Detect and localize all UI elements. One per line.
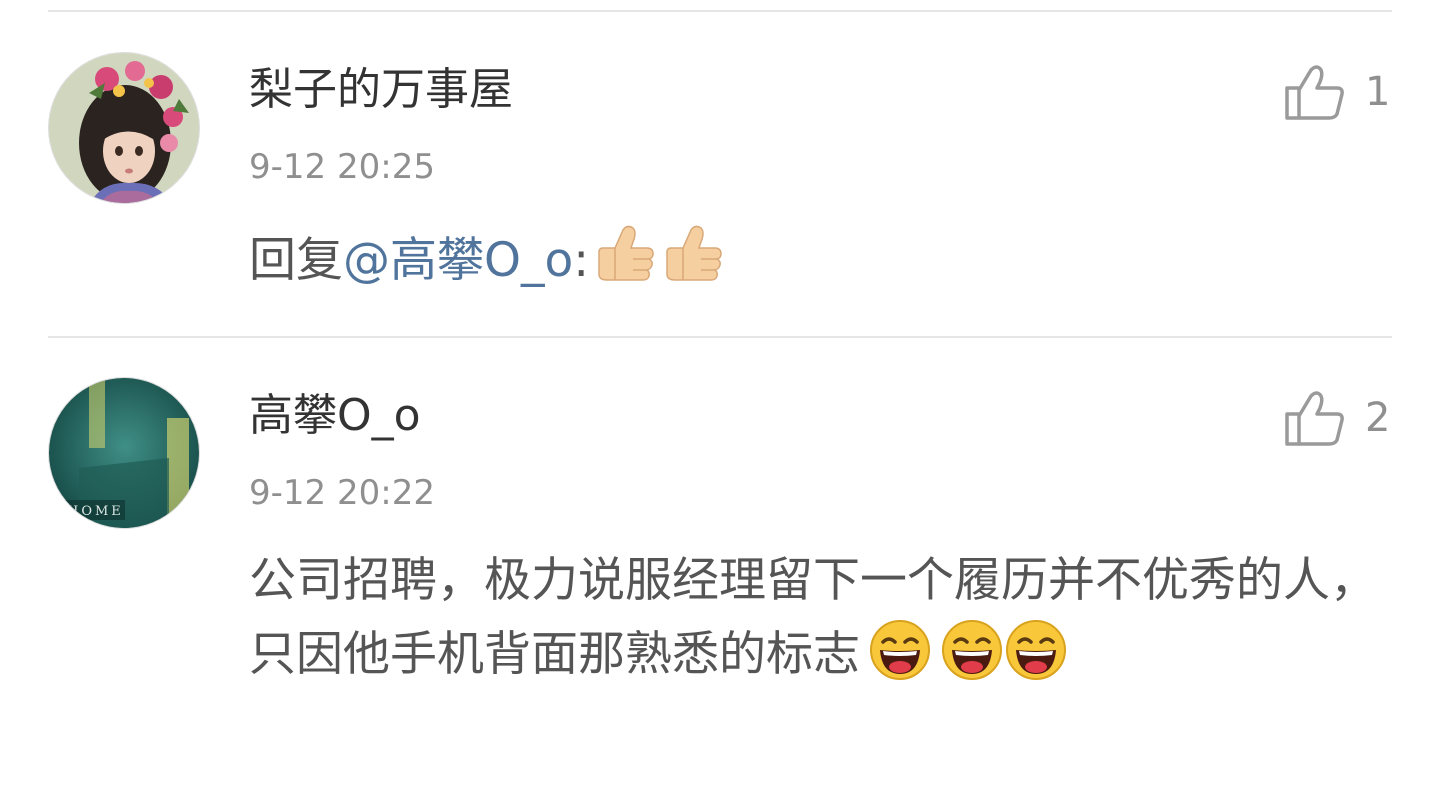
- like-count: 1: [1365, 69, 1391, 115]
- like-button[interactable]: 1: [1283, 62, 1390, 122]
- thumbs-up-icon: [1285, 65, 1344, 120]
- avatar-girl-image: [49, 53, 199, 203]
- laughing-emoji: [940, 618, 1004, 704]
- username[interactable]: 高攀O_o: [249, 390, 421, 442]
- reply-prefix: 回复: [249, 233, 343, 288]
- timestamp: 9-12 20:25: [249, 147, 435, 187]
- avatar[interactable]: [48, 52, 200, 204]
- avatar[interactable]: HOME: [48, 377, 200, 529]
- reply-colon: :: [573, 233, 590, 288]
- thumbs-up-icon: [1285, 391, 1344, 446]
- thumbs-up-emoji: [593, 224, 657, 308]
- avatar-home-image: HOME: [49, 378, 199, 528]
- laughing-emoji: [1004, 618, 1068, 704]
- like-button[interactable]: 2: [1283, 388, 1390, 448]
- thumbs-up-emoji: [661, 224, 725, 308]
- avatar-caption: HOME: [67, 504, 124, 519]
- top-divider: [48, 10, 1392, 12]
- laughing-emoji: [868, 618, 932, 704]
- username[interactable]: 梨子的万事屋: [249, 64, 513, 116]
- comment-divider: [48, 336, 1392, 338]
- comment-text: 公司招聘，极力说服经理留下一个履历并不优秀的人，只因他手机背面那熟悉的标志: [249, 544, 1409, 704]
- like-count: 2: [1365, 395, 1391, 441]
- comment-body: 公司招聘，极力说服经理留下一个履历并不优秀的人，只因他手机背面那熟悉的标志: [249, 553, 1377, 682]
- timestamp: 9-12 20:22: [249, 473, 435, 513]
- mention-link[interactable]: @高攀O_o: [343, 233, 573, 288]
- comment-list: 梨子的万事屋 9-12 20:25 1 回复@高攀O_o: HOME 高攀O_o…: [0, 0, 1438, 807]
- comment-text: 回复@高攀O_o:: [249, 224, 1399, 308]
